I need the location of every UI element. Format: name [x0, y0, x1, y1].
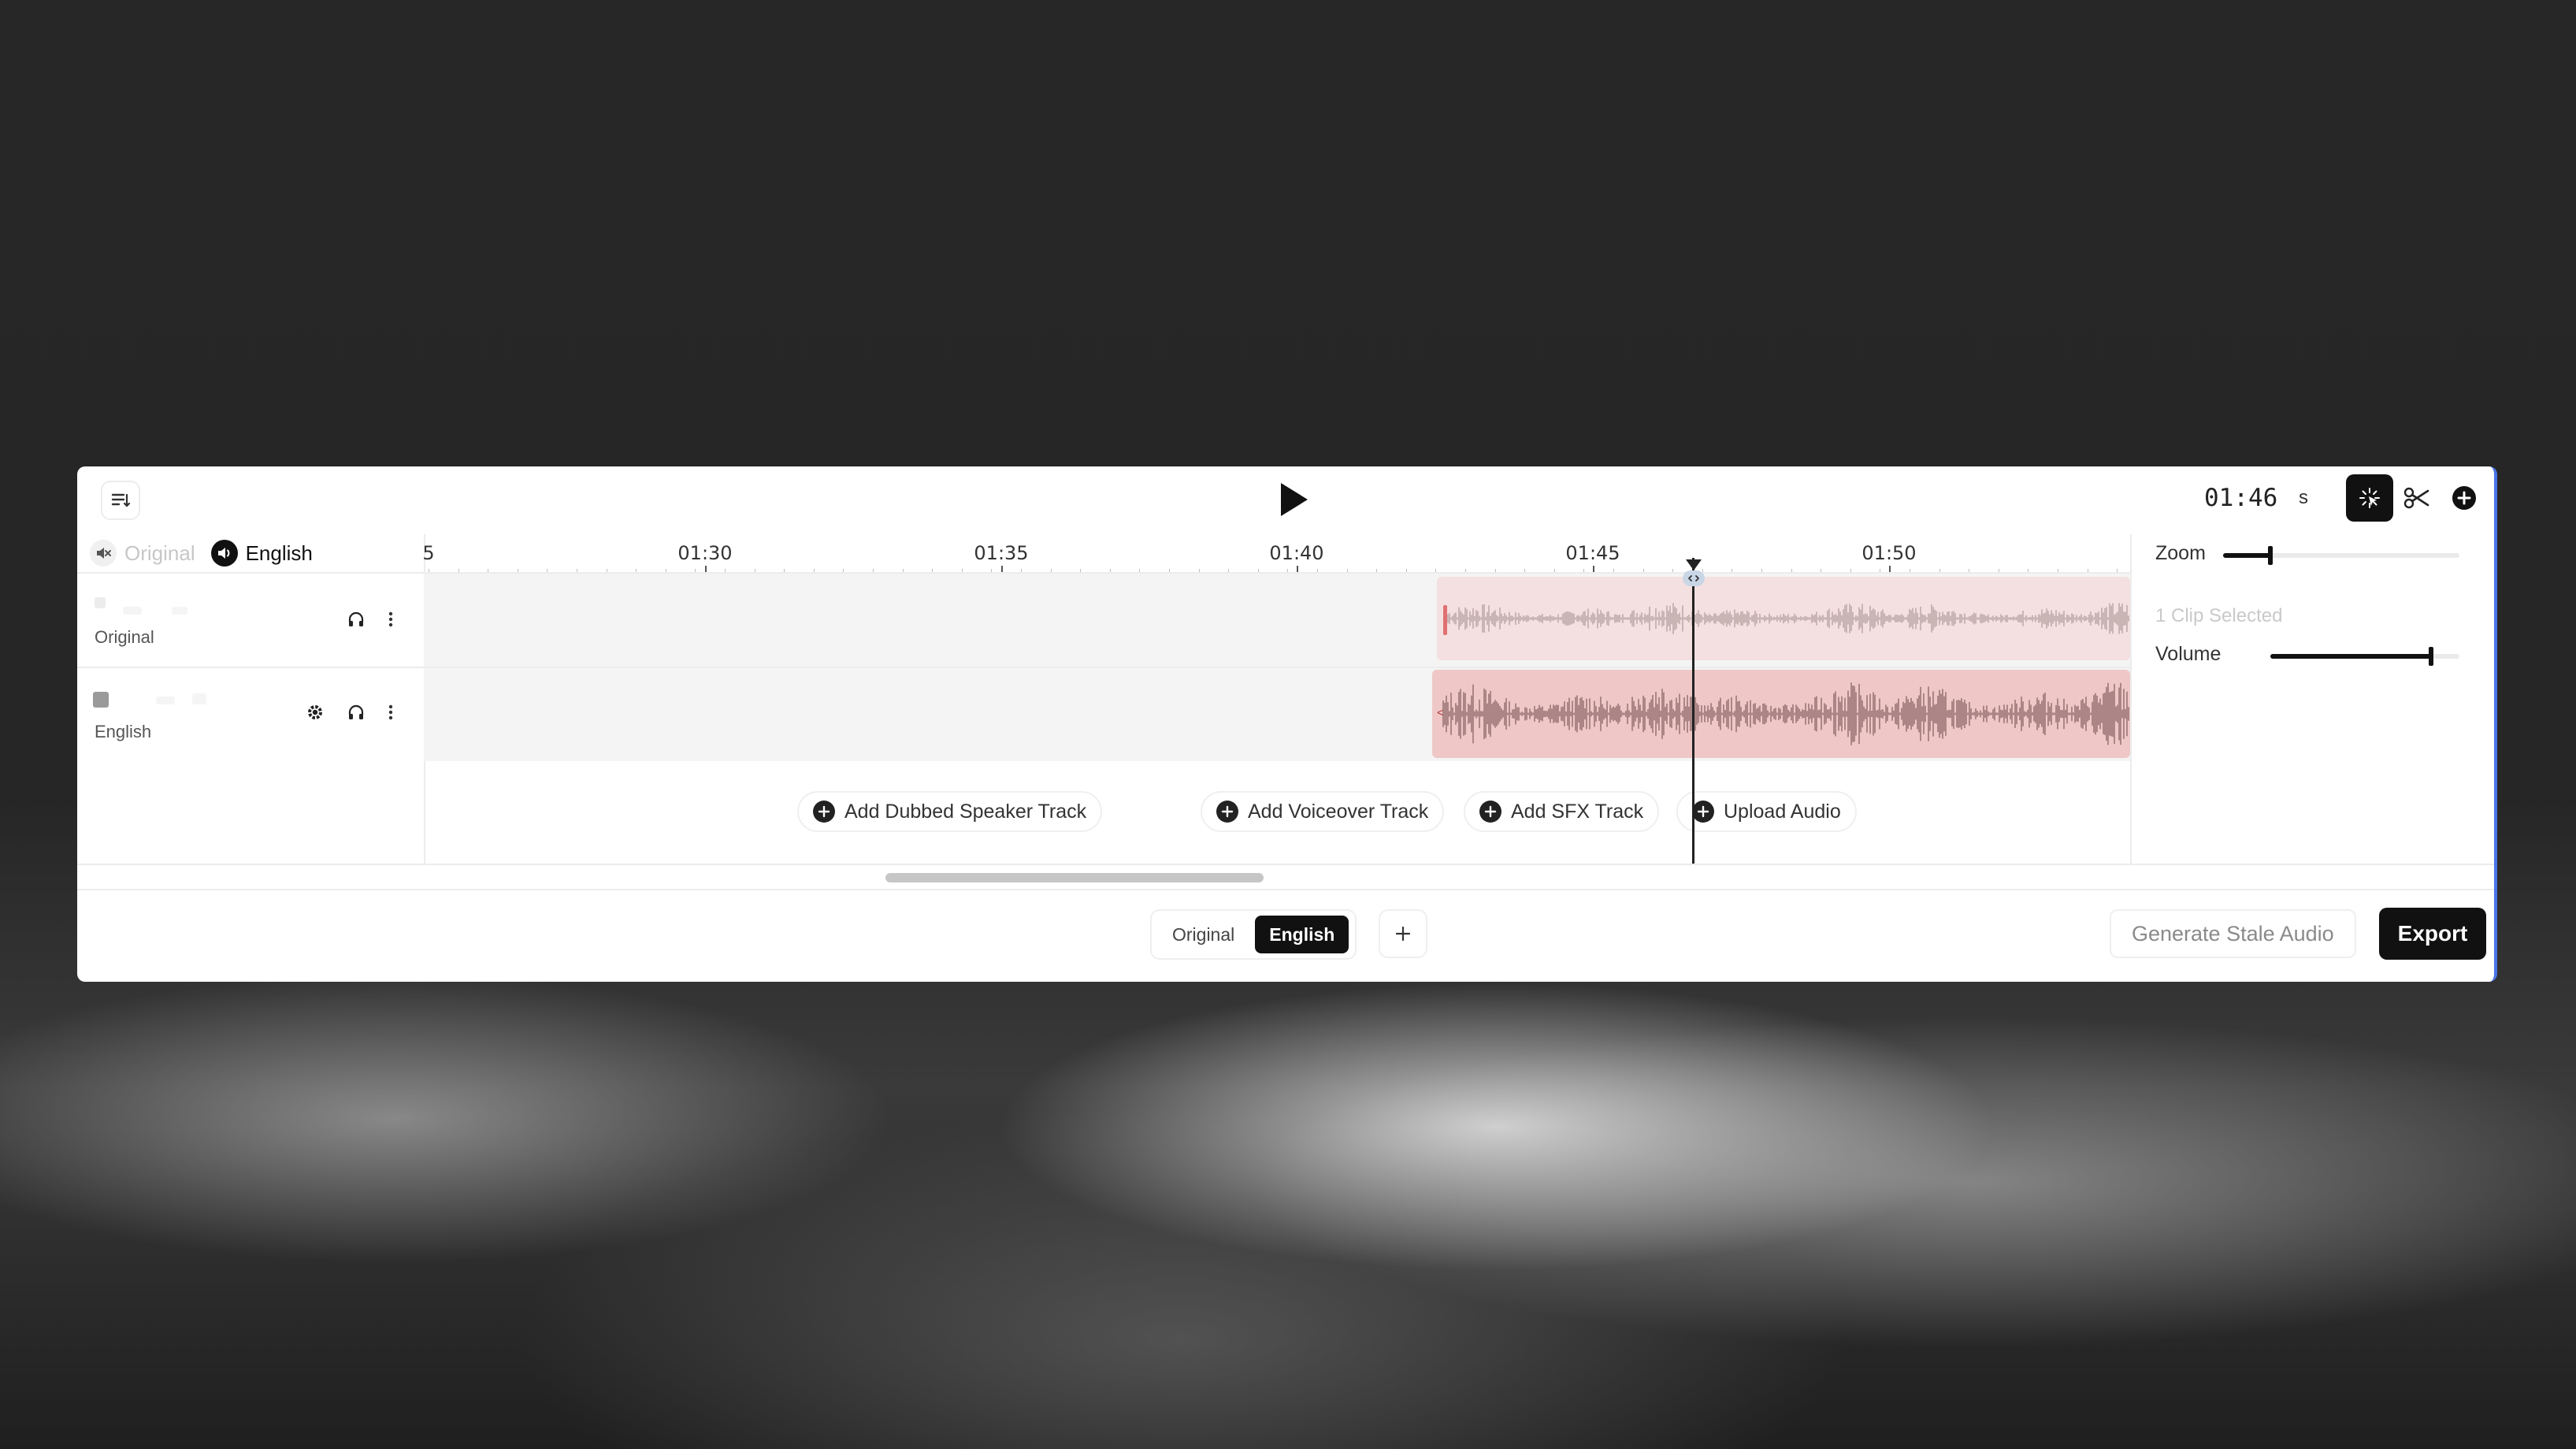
- more-vertical-icon: [388, 704, 393, 720]
- blurred-detail: [123, 607, 142, 615]
- bottom-bar: Original English Generate Stale Audio Ex…: [77, 887, 2494, 982]
- track-header-original[interactable]: Original: [77, 572, 424, 667]
- track-header-english[interactable]: English: [77, 667, 424, 761]
- tab-original[interactable]: Original: [1158, 916, 1249, 953]
- speaker-icon: [210, 540, 238, 567]
- waveform: [1447, 603, 2129, 634]
- tab-english[interactable]: English: [1255, 916, 1349, 953]
- ruler-label: 5: [422, 542, 435, 564]
- track-settings-button[interactable]: [299, 697, 331, 728]
- plus-circle-icon: [1692, 801, 1714, 823]
- toggle-english[interactable]: English: [210, 540, 313, 567]
- play-button[interactable]: [1268, 474, 1319, 525]
- solo-track-button[interactable]: [340, 697, 372, 728]
- current-time: 01:46: [2204, 484, 2278, 512]
- track-menu-button[interactable]: [375, 697, 406, 728]
- blurred-detail: [172, 607, 187, 615]
- zoom-slider[interactable]: [2223, 546, 2459, 565]
- blurred-detail: [192, 693, 206, 704]
- time-ruler[interactable]: 5 01:30 01:35 01:40 01:45 01:50: [422, 534, 2130, 577]
- plus-circle-icon: [813, 801, 835, 823]
- clip-properties-panel: Zoom 1 Clip Selected Volume: [2130, 534, 2494, 864]
- language-tabs: Original English: [1150, 909, 1357, 960]
- ruler-label: 01:50: [1861, 542, 1917, 564]
- volume-label: Volume: [2155, 643, 2222, 665]
- toggle-original[interactable]: Original: [90, 540, 195, 567]
- more-vertical-icon: [388, 611, 393, 627]
- volume-slider-thumb[interactable]: [2429, 647, 2433, 666]
- zoom-slider-thumb[interactable]: [2268, 546, 2273, 565]
- waveform: [1442, 682, 2129, 745]
- add-track-row: Add Dubbed Speaker Track Add Voiceover T…: [424, 772, 2130, 864]
- mute-icon: [90, 540, 117, 567]
- track-color-swatch: [95, 597, 106, 608]
- plus-circle-icon: [1479, 801, 1501, 823]
- toggle-panel-button[interactable]: [101, 481, 140, 520]
- playhead[interactable]: [1692, 558, 1694, 864]
- add-clip-button[interactable]: [2441, 474, 2488, 522]
- toggle-original-label: Original: [124, 541, 195, 565]
- track-color-swatch: [93, 692, 109, 708]
- add-voiceover-track-button[interactable]: Add Voiceover Track: [1201, 791, 1445, 832]
- track-name: English: [95, 722, 152, 741]
- select-tool-button[interactable]: [2346, 474, 2393, 522]
- plus-icon: [1395, 926, 1411, 942]
- time-unit[interactable]: s: [2299, 487, 2308, 509]
- upload-audio-label: Upload Audio: [1724, 800, 1841, 823]
- solo-track-button[interactable]: [340, 604, 372, 635]
- plus-circle-icon: [1216, 801, 1238, 823]
- scrollbar-thumb[interactable]: [885, 873, 1264, 882]
- add-sfx-track-label: Add SFX Track: [1511, 800, 1644, 823]
- volume-slider[interactable]: [2270, 647, 2459, 666]
- zoom-slider-fill: [2223, 553, 2270, 558]
- track-lane-original[interactable]: [424, 572, 2130, 667]
- play-icon: [1281, 483, 1308, 516]
- headphones-icon: [348, 704, 364, 719]
- timeline[interactable]: 5 01:30 01:35 01:40 01:45 01:50 < Add Du…: [422, 534, 2130, 864]
- scissors-icon: [2403, 487, 2429, 509]
- blurred-detail: [156, 697, 175, 704]
- cut-tool-button[interactable]: [2393, 474, 2441, 522]
- track-list: Original English Original English: [77, 534, 425, 864]
- track-menu-button[interactable]: [375, 604, 406, 635]
- headphones-icon: [348, 611, 364, 626]
- clip-selected-status: 1 Clip Selected: [2155, 605, 2283, 626]
- volume-slider-fill: [2270, 654, 2431, 659]
- ruler-label: 01:45: [1565, 542, 1620, 564]
- add-voiceover-track-label: Add Voiceover Track: [1248, 800, 1429, 823]
- add-dubbed-speaker-track-button[interactable]: Add Dubbed Speaker Track: [797, 791, 1103, 832]
- ruler-label: 01:35: [974, 542, 1029, 564]
- tool-group: [2346, 474, 2488, 522]
- editor-window: 01:46 s Original English Original Englis…: [77, 466, 2497, 982]
- add-dubbed-speaker-track-label: Add Dubbed Speaker Track: [844, 800, 1087, 823]
- gear-icon: [308, 705, 322, 719]
- playhead-handle[interactable]: [1681, 558, 1706, 602]
- horizontal-scrollbar[interactable]: [77, 864, 2494, 890]
- language-toggle: Original English: [90, 534, 313, 572]
- pointer-icon: [2359, 488, 2380, 508]
- zoom-label: Zoom: [2155, 542, 2206, 564]
- ruler-label: 01:30: [677, 542, 733, 564]
- generate-stale-audio-button[interactable]: Generate Stale Audio: [2110, 909, 2356, 958]
- track-name: Original: [95, 627, 154, 647]
- audio-clip-english[interactable]: <: [1432, 670, 2130, 758]
- ruler-label: 01:40: [1269, 542, 1324, 564]
- track-lane-english[interactable]: <: [424, 667, 2130, 761]
- plus-circle-icon: [2452, 486, 2476, 510]
- audio-clip-original[interactable]: [1437, 577, 2130, 660]
- toggle-english-label: English: [245, 541, 313, 565]
- upload-audio-button[interactable]: Upload Audio: [1676, 791, 1857, 832]
- top-toolbar: 01:46 s: [77, 466, 2494, 534]
- add-sfx-track-button[interactable]: Add SFX Track: [1464, 791, 1660, 832]
- add-language-button[interactable]: [1379, 909, 1427, 958]
- export-button[interactable]: Export: [2379, 908, 2486, 960]
- toc-icon: [111, 493, 131, 507]
